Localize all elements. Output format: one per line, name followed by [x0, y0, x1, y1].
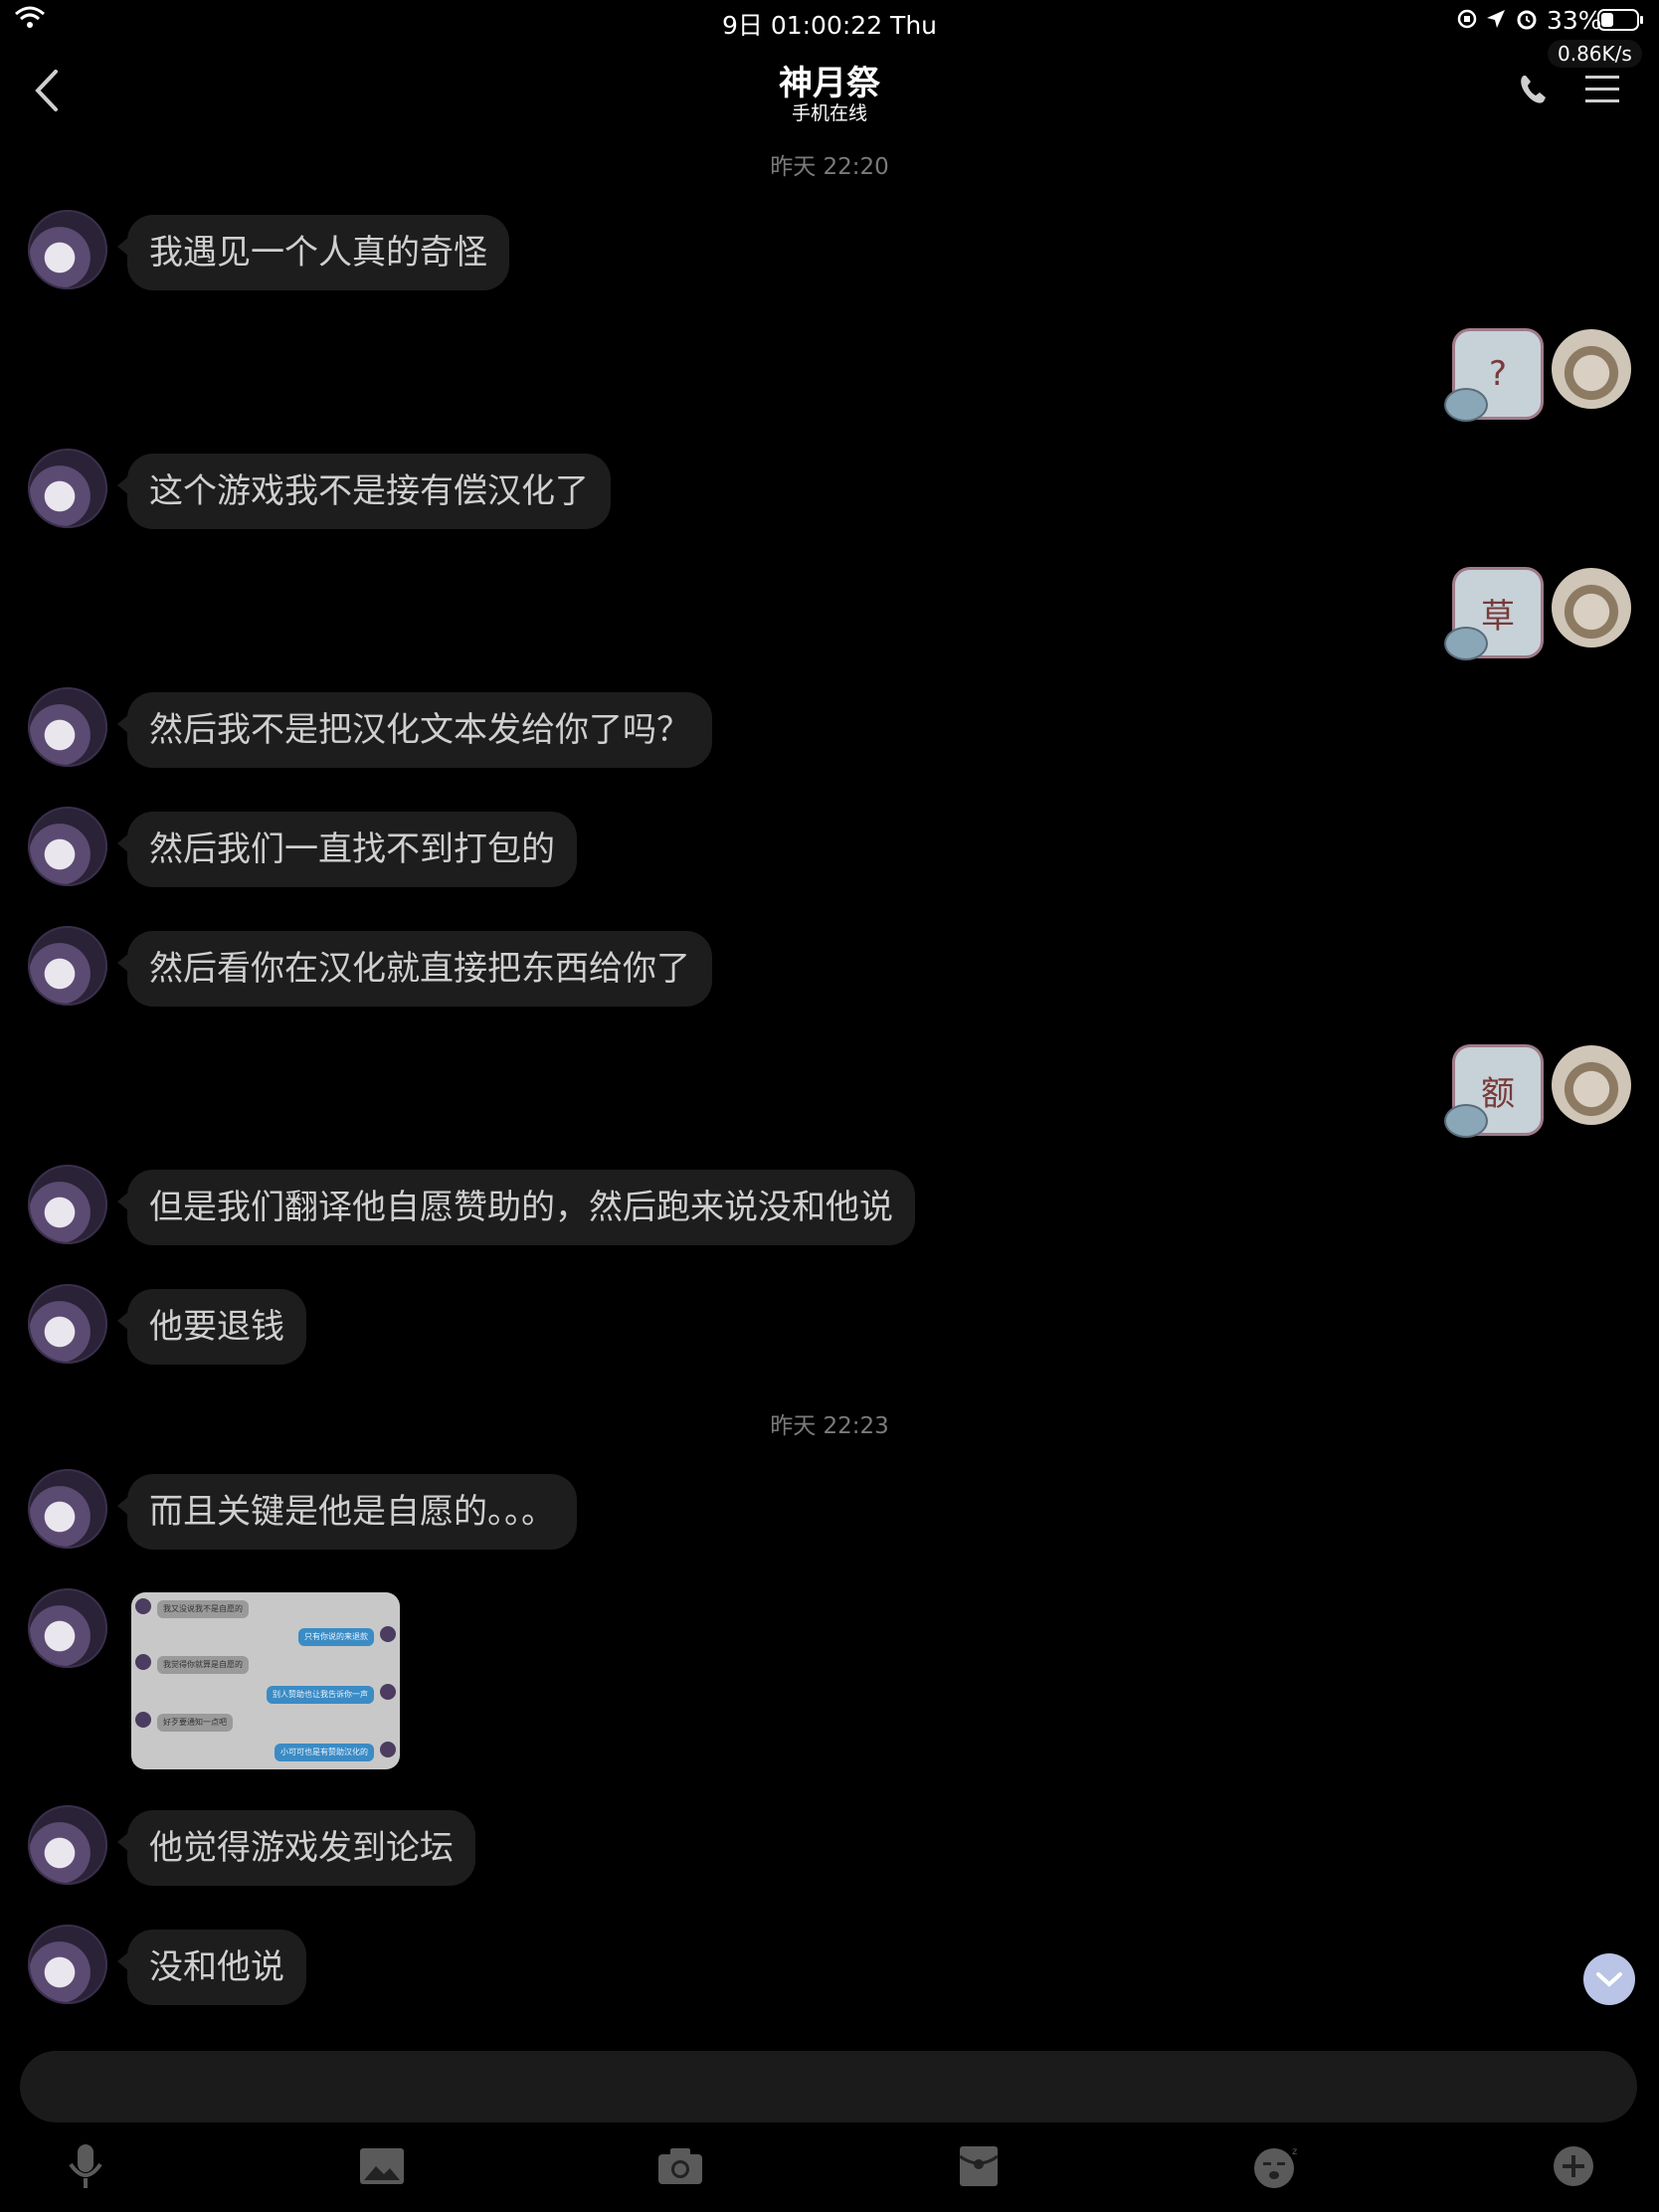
my-avatar[interactable] [1552, 568, 1631, 647]
mini-message: 别人赞助也让我告诉你一声 [267, 1686, 374, 1704]
my-avatar[interactable] [1552, 1045, 1631, 1125]
contact-name: 神月祭 [779, 64, 880, 103]
message-bubble[interactable]: 而且关键是他是自愿的。。。 [117, 1474, 577, 1550]
contact-avatar[interactable] [28, 1165, 107, 1244]
timestamp: 昨天 22:23 [770, 1413, 889, 1439]
contact-avatar[interactable] [28, 1469, 107, 1549]
mic-icon[interactable] [56, 2136, 115, 2196]
rotation-lock-icon [1456, 8, 1478, 34]
battery-percent: 33% [1547, 6, 1602, 35]
mini-message: 小可可也是有赞助汉化的 [275, 1744, 374, 1761]
sticker-decoration [1444, 388, 1488, 422]
contact-avatar[interactable] [28, 1925, 107, 2004]
mini-avatar [135, 1712, 151, 1728]
message-bubble[interactable]: 然后我不是把汉化文本发给你了吗？ [117, 692, 712, 768]
contact-avatar[interactable] [28, 449, 107, 528]
sticker-decoration [1444, 627, 1488, 660]
image-icon[interactable] [352, 2136, 412, 2196]
mini-avatar [380, 1742, 396, 1757]
contact-avatar[interactable] [28, 687, 107, 767]
contact-status: 手机在线 [791, 102, 867, 124]
contact-avatar[interactable] [28, 807, 107, 886]
emoji-icon[interactable]: z [1247, 2136, 1307, 2196]
mini-message: 我觉得你就算是自愿的 [157, 1656, 249, 1674]
image-message[interactable]: 我又没说我不是自愿的 只有你说的来退款 我觉得你就算是自愿的 别人赞助也让我告诉… [131, 1592, 400, 1769]
scroll-to-bottom-button[interactable] [1583, 1953, 1635, 2005]
sticker-decoration [1444, 1104, 1488, 1138]
mini-message: 只有你说的来退款 [298, 1628, 374, 1646]
contact-avatar[interactable] [28, 1284, 107, 1364]
message-bubble[interactable]: 这个游戏我不是接有偿汉化了 [117, 454, 611, 529]
red-packet-icon[interactable] [949, 2136, 1009, 2196]
phone-call-button[interactable] [1516, 72, 1552, 111]
mini-message: 好歹要通知一点吧 [157, 1714, 233, 1732]
plus-icon[interactable] [1544, 2136, 1603, 2196]
location-icon [1485, 8, 1507, 34]
contact-avatar[interactable] [28, 1805, 107, 1885]
chevron-down-icon [1596, 1972, 1622, 1987]
message-bubble[interactable]: 然后看你在汉化就直接把东西给你了 [117, 931, 712, 1007]
message-bubble[interactable]: 他要退钱 [117, 1289, 306, 1365]
contact-avatar[interactable] [28, 210, 107, 289]
message-input[interactable] [20, 2051, 1637, 2122]
mini-avatar [380, 1684, 396, 1700]
message-bubble[interactable]: 但是我们翻译他自愿赞助的，然后跑来说没和他说 [117, 1170, 915, 1245]
alarm-icon [1515, 7, 1539, 35]
message-bubble[interactable]: 没和他说 [117, 1930, 306, 2005]
timestamp: 昨天 22:20 [770, 154, 889, 180]
message-bubble[interactable]: 我遇见一个人真的奇怪 [117, 215, 509, 290]
mini-message: 我又没说我不是自愿的 [157, 1600, 249, 1618]
my-avatar[interactable] [1552, 329, 1631, 409]
mini-avatar [380, 1626, 396, 1642]
status-time: 9日 01:00:22 Thu [721, 11, 938, 40]
battery-icon [1597, 8, 1645, 36]
contact-avatar[interactable] [28, 926, 107, 1006]
svg-text:z: z [1292, 2146, 1297, 2157]
message-bubble[interactable]: 然后我们一直找不到打包的 [117, 812, 577, 887]
mini-avatar [135, 1598, 151, 1614]
camera-icon[interactable] [650, 2136, 710, 2196]
contact-avatar[interactable] [28, 1588, 107, 1668]
mini-avatar [135, 1654, 151, 1670]
menu-button[interactable] [1585, 74, 1619, 109]
message-bubble[interactable]: 他觉得游戏发到论坛 [117, 1810, 475, 1886]
